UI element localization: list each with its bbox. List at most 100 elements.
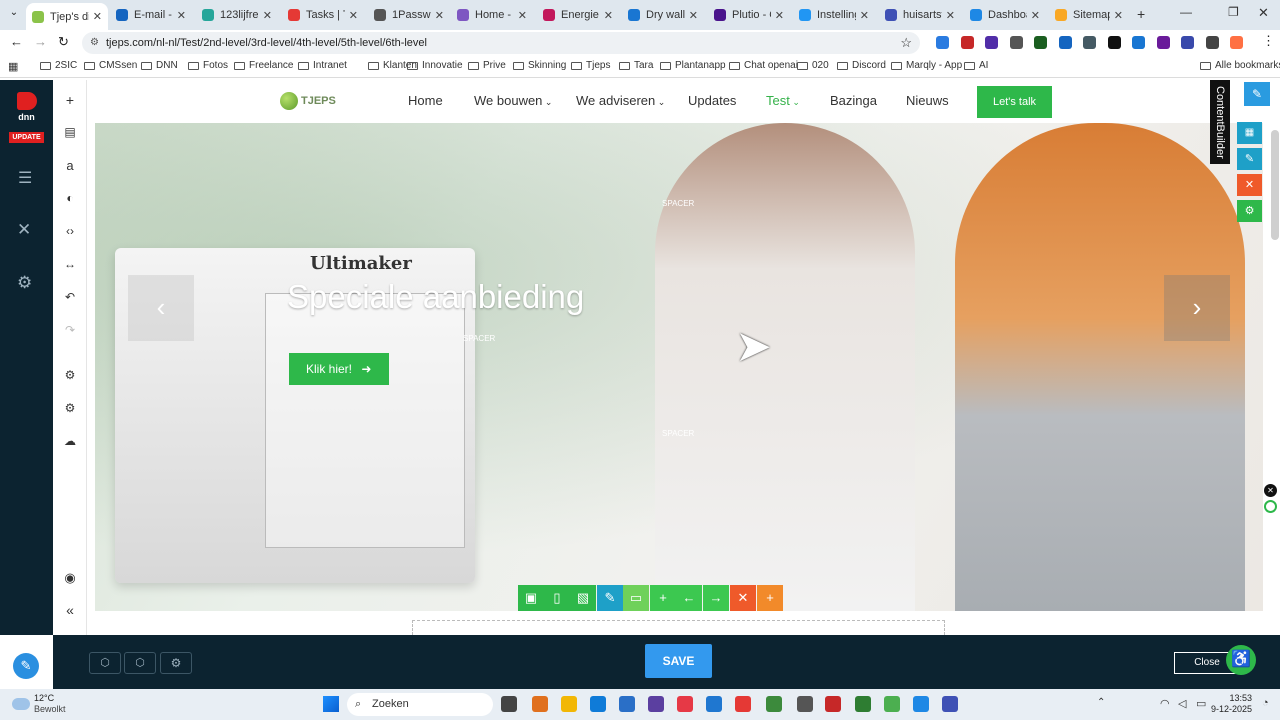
bookmark-item[interactable]: Marqly - App (891, 60, 962, 71)
back-icon[interactable]: ← (10, 34, 23, 49)
wifi-icon[interactable]: ◠ (1160, 697, 1170, 710)
bookmark-item[interactable]: Innovatie (407, 60, 463, 71)
extension-icon[interactable] (1058, 36, 1072, 49)
tab-close-icon[interactable]: ✕ (518, 9, 527, 22)
page-settings-icon[interactable]: ⚙ (160, 652, 192, 674)
nav-item[interactable]: Updates (688, 93, 736, 108)
tab-close-icon[interactable]: ✕ (860, 9, 869, 22)
clock-date[interactable]: 9-12-2025 (1208, 704, 1252, 714)
browser-tab[interactable]: Instelling ✕ (793, 4, 875, 26)
scrollbar-thumb[interactable] (1271, 130, 1279, 240)
content-icon[interactable]: ☰ (18, 168, 32, 188)
clock-time[interactable]: 13:53 (1222, 693, 1252, 703)
tab-close-icon[interactable]: ✕ (1114, 9, 1123, 22)
taskbar-app-icon[interactable] (501, 696, 517, 712)
slider-next-button[interactable]: › (1164, 275, 1230, 341)
extension-icon[interactable] (1156, 36, 1170, 49)
contentbuilder-tab[interactable]: ContentBuilder (1210, 80, 1230, 164)
redo-icon[interactable]: ↷ (53, 323, 87, 337)
collapse-icon[interactable]: « (53, 602, 87, 618)
taskbar-app-icon[interactable] (884, 696, 900, 712)
forward-icon[interactable]: → (34, 34, 47, 49)
nav-item[interactable]: We bouwen ⌄ (474, 93, 552, 108)
move-right-icon[interactable]: → (703, 585, 729, 611)
klik-hier-button[interactable]: Klik hier! ➜ (289, 353, 389, 385)
reload-icon[interactable]: ↻ (58, 34, 69, 50)
browser-tab[interactable]: Plutio - Or ✕ (708, 4, 790, 26)
settings-icon[interactable]: ⚙ (17, 273, 32, 293)
taskbar-app-icon[interactable] (942, 696, 958, 712)
code-icon[interactable]: ‹› (53, 224, 87, 238)
builder-gear-icon[interactable]: ⚙ (1237, 200, 1262, 222)
resize-icon[interactable]: ↔ (53, 257, 87, 271)
extension-icon[interactable] (936, 36, 949, 49)
new-tab-button[interactable]: + (1137, 6, 1145, 22)
extension-icon[interactable] (1205, 36, 1219, 49)
window-close-icon[interactable]: ✕ (1258, 5, 1269, 21)
save-button[interactable]: SAVE (645, 644, 712, 678)
preview-eye-icon[interactable]: ◉ (53, 570, 87, 586)
bookmark-item[interactable]: Freelance (234, 60, 293, 71)
gallery-icon[interactable]: ▧ (570, 585, 596, 611)
builder-grid-icon[interactable]: ▦ (1237, 122, 1262, 144)
accessibility-icon[interactable]: ♿ (1226, 645, 1256, 675)
taskbar-app-icon[interactable] (648, 696, 664, 712)
bookmark-item[interactable]: Fotos (188, 60, 228, 71)
tray-chevron-icon[interactable]: ⌃ (1097, 697, 1105, 708)
bookmark-item[interactable]: Tara (619, 60, 653, 71)
dismiss-icon[interactable]: ✕ (1264, 484, 1277, 497)
windows-start-icon[interactable] (323, 696, 339, 712)
builder-wrench-icon[interactable]: ✎ (1244, 82, 1270, 106)
bookmark-star-icon[interactable]: ☆ (900, 32, 912, 54)
minimize-icon[interactable]: — (1180, 5, 1192, 19)
browser-tab[interactable]: huisartsva ✕ (879, 4, 961, 26)
bookmark-item[interactable]: AI (964, 60, 988, 71)
undo-icon[interactable]: ↶ (53, 290, 87, 304)
nav-item[interactable]: Nieuws (906, 93, 949, 108)
tab-close-icon[interactable]: ✕ (689, 9, 698, 22)
bookmark-item[interactable]: Tjeps (571, 60, 610, 71)
builder-settings-icon[interactable]: ✎ (1237, 148, 1262, 170)
taskbar-app-icon[interactable] (677, 696, 693, 712)
wrench-icon[interactable]: ✎ (597, 585, 623, 611)
empty-content-block[interactable] (412, 620, 945, 635)
image-icon[interactable]: ▣ (518, 585, 544, 611)
restore-icon[interactable]: ❐ (1228, 5, 1239, 19)
dnn-logo-icon[interactable] (17, 92, 37, 110)
slider-prev-button[interactable]: ‹ (128, 275, 194, 341)
extension-icon[interactable] (1132, 36, 1145, 49)
tab-close-icon[interactable]: ✕ (604, 9, 613, 22)
page-icon[interactable]: ▤ (53, 125, 87, 139)
bookmark-item[interactable]: Intranet (298, 60, 347, 71)
bookmark-item[interactable]: CMSsen (84, 60, 137, 71)
tab-close-icon[interactable]: ✕ (177, 9, 186, 22)
taskbar-app-icon[interactable] (797, 696, 813, 712)
bookmark-item[interactable]: 020 (797, 60, 829, 71)
browser-menu-icon[interactable]: ⋮ (1262, 33, 1275, 49)
update-badge[interactable]: UPDATE (9, 132, 44, 143)
notification-bell-icon[interactable]: ◔ (1262, 697, 1269, 709)
taskbar-app-icon[interactable] (590, 696, 606, 712)
browser-tab[interactable]: E-mail - Ty ✕ (110, 4, 192, 26)
nav-item[interactable]: Test ⌄ (766, 93, 800, 108)
browser-tab[interactable]: Tasks | Tje ✕ (282, 4, 364, 26)
browser-tab[interactable]: Sitemaps ✕ (1049, 4, 1129, 26)
add-column-icon[interactable]: + (650, 585, 676, 611)
add-icon[interactable]: + (53, 92, 87, 108)
gear-icon[interactable]: ⚙ (53, 401, 87, 415)
add-row-icon[interactable]: + (757, 585, 783, 611)
tab-close-icon[interactable]: ✕ (1031, 9, 1040, 22)
bookmark-item[interactable]: 2SIC (40, 60, 77, 71)
bookmark-item[interactable]: Prive (468, 60, 506, 71)
weather-cloud-icon[interactable] (12, 698, 30, 710)
tools-icon[interactable]: ✕ (17, 220, 31, 240)
extension-icon[interactable] (1181, 36, 1194, 49)
hero-title[interactable]: Speciale aanbieding (287, 278, 584, 316)
column-icon[interactable]: ▭ (623, 585, 649, 611)
tab-close-icon[interactable]: ✕ (946, 9, 955, 22)
browser-tab[interactable]: 123lijfrent ✕ (196, 4, 278, 26)
tab-close-icon[interactable]: ✕ (435, 9, 444, 22)
taskbar-app-icon[interactable] (825, 696, 841, 712)
browser-tab[interactable]: Dashboar ✕ (964, 4, 1046, 26)
bookmark-item[interactable]: Skinning (513, 60, 566, 71)
